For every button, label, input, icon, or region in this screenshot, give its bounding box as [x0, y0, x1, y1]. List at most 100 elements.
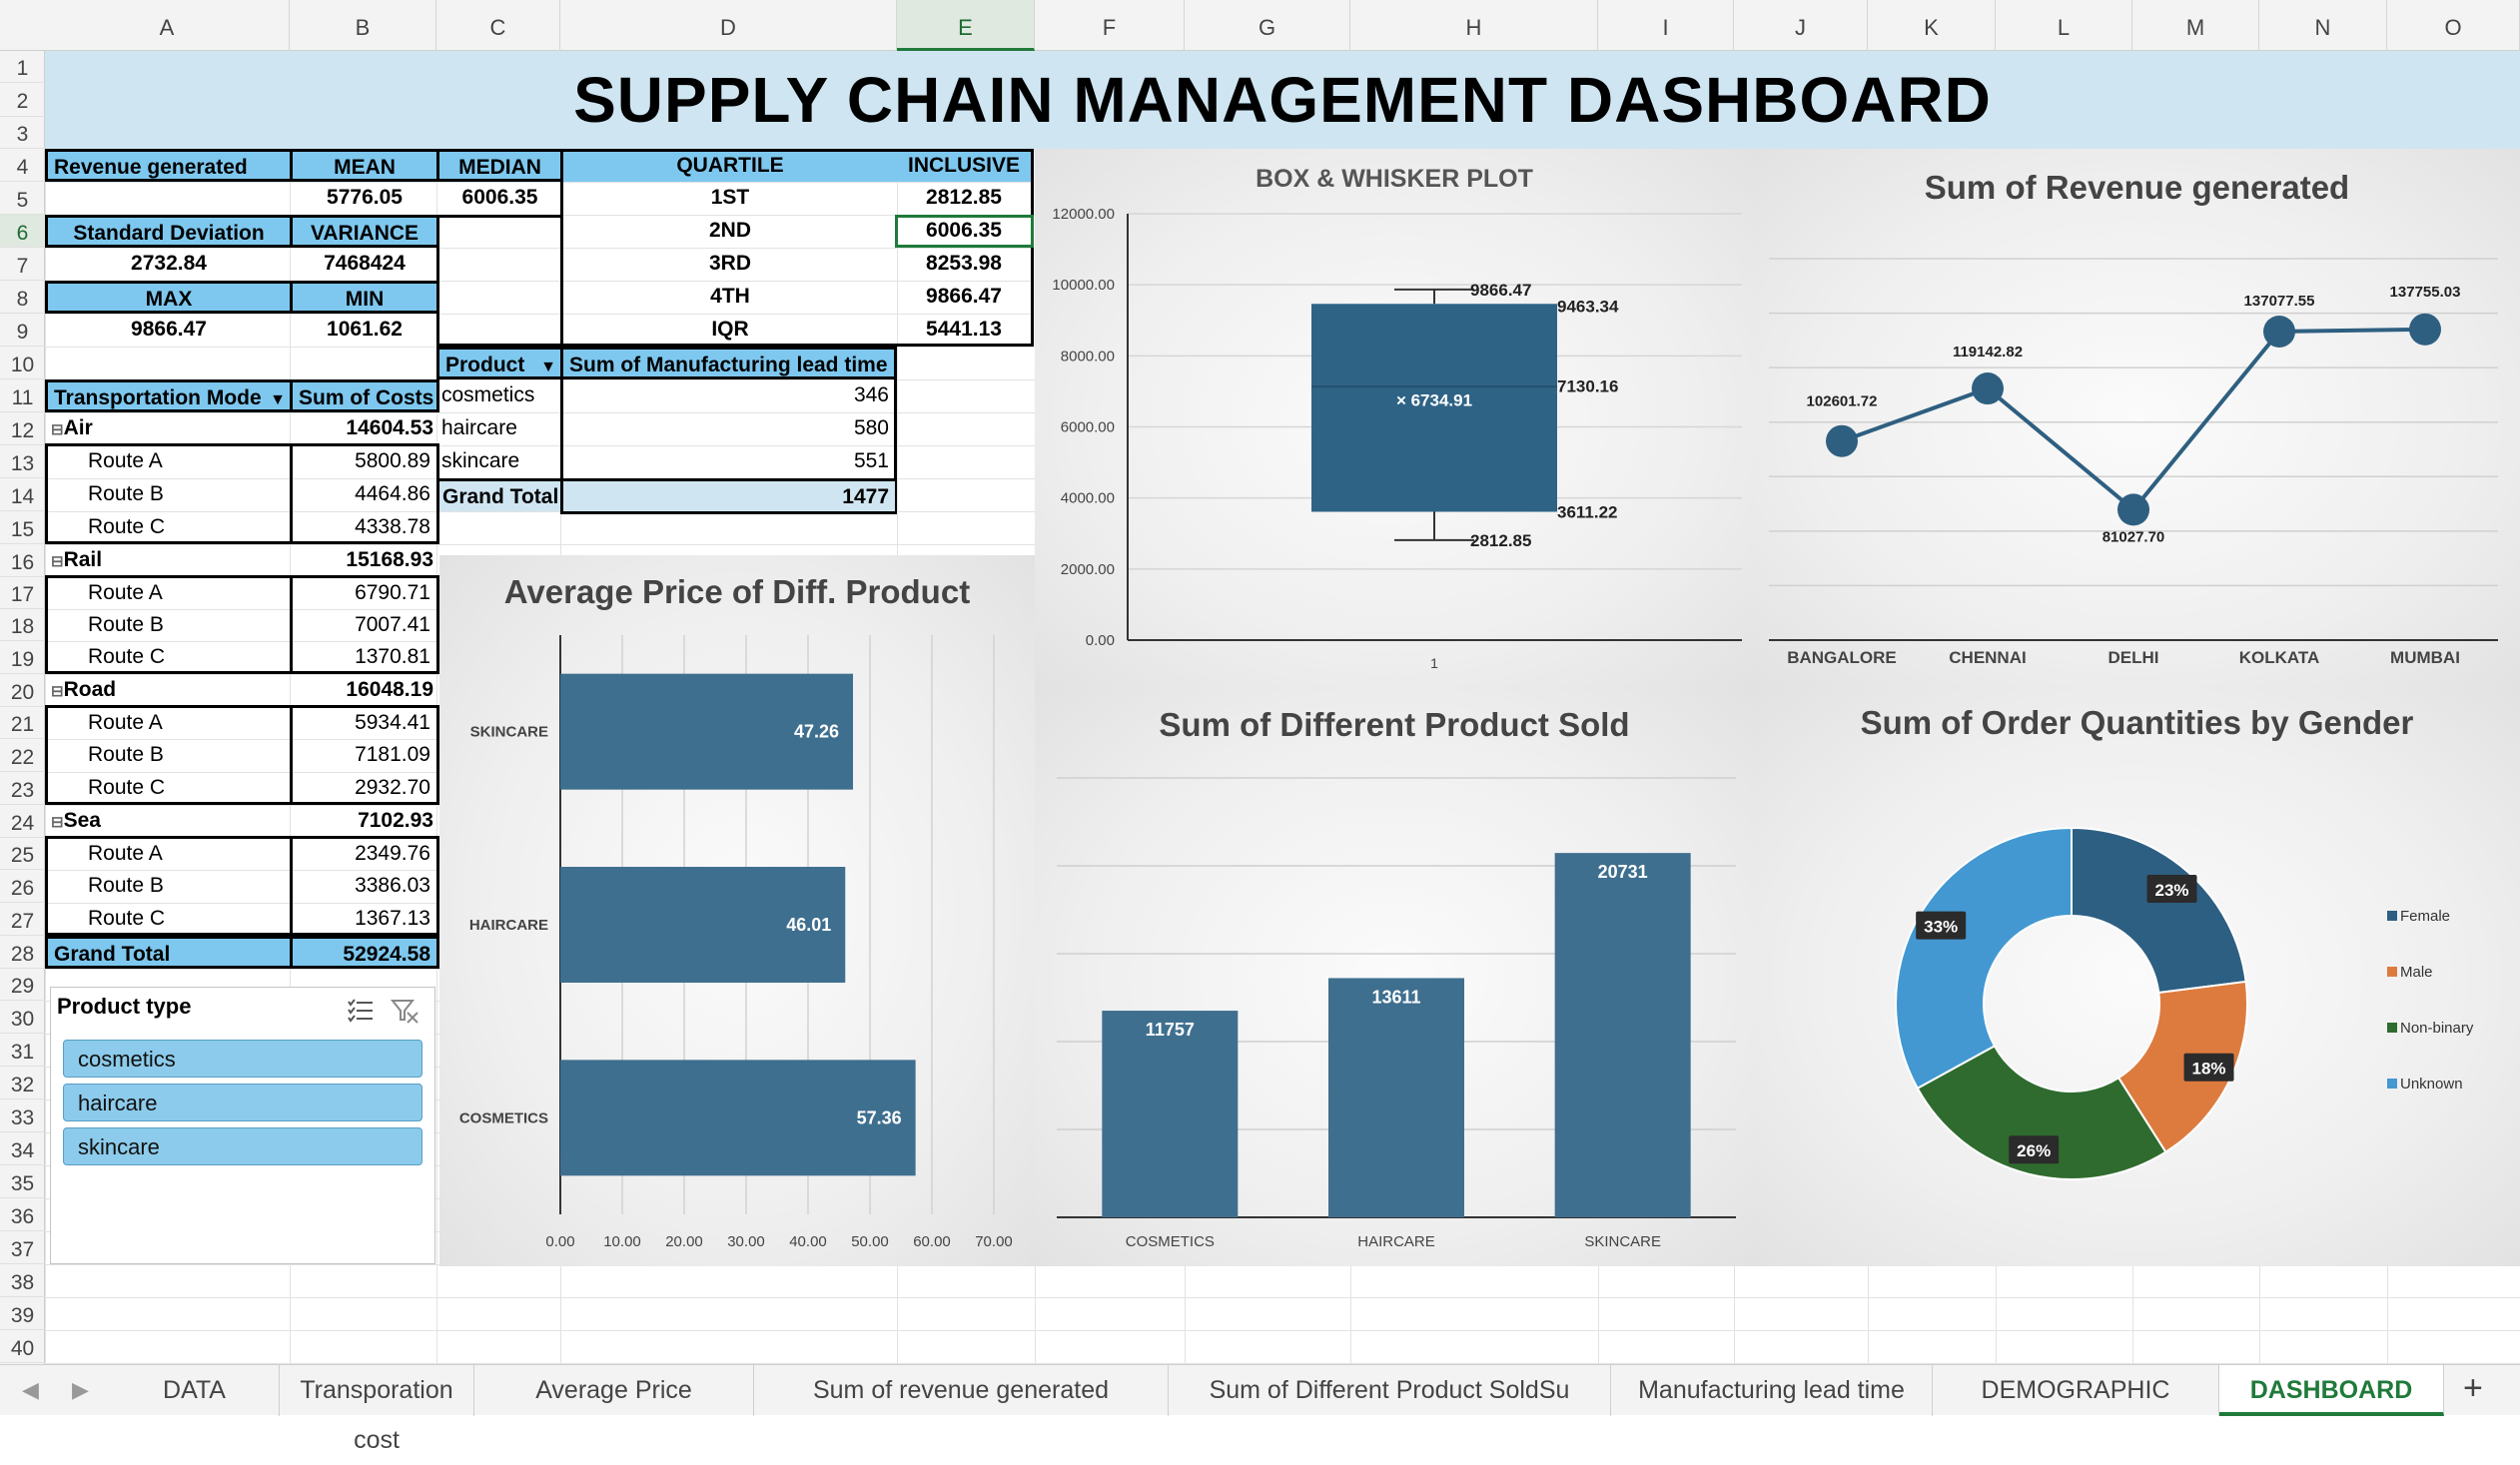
lead-time-product[interactable]: cosmetics: [441, 379, 560, 412]
row-header-38[interactable]: 38: [0, 1264, 45, 1297]
lead-time-value[interactable]: 346: [563, 379, 895, 412]
lead-time-product[interactable]: skincare: [441, 445, 560, 478]
slicer-item-cosmetics[interactable]: cosmetics: [63, 1040, 422, 1078]
column-header-j[interactable]: J: [1734, 0, 1868, 51]
lead-time-value[interactable]: 580: [563, 412, 895, 445]
filter-dropdown-icon[interactable]: ▼: [540, 352, 556, 376]
route-label[interactable]: Route B: [88, 609, 288, 642]
sheet-tab-sum-of-revenue-generated[interactable]: Sum of revenue generated: [754, 1365, 1169, 1416]
sheet-tab-sum-of-different-product-soldsu[interactable]: Sum of Different Product SoldSu: [1169, 1365, 1611, 1416]
lead-time-total[interactable]: 1477: [563, 478, 895, 511]
route-label[interactable]: Route C: [88, 641, 288, 674]
quartile-label[interactable]: QUARTILE: [563, 152, 897, 182]
row-header-20[interactable]: 20: [0, 674, 45, 707]
slicer-item-skincare[interactable]: skincare: [63, 1127, 422, 1165]
revenue-line-chart[interactable]: Sum of Revenue generated 102601.72 BANGAL…: [1754, 149, 2520, 688]
median-value[interactable]: 6006.35: [436, 182, 563, 215]
row-header-33[interactable]: 33: [0, 1099, 45, 1132]
route-label[interactable]: Route C: [88, 903, 288, 936]
row-header-39[interactable]: 39: [0, 1297, 45, 1330]
std-dev-value[interactable]: 2732.84: [45, 248, 293, 281]
route-cost[interactable]: 1367.13: [290, 903, 436, 936]
route-cost[interactable]: 5800.89: [290, 445, 436, 478]
lead-time-total-label[interactable]: Grand Total: [439, 478, 560, 511]
route-cost[interactable]: 4464.86: [290, 478, 436, 511]
column-header-d[interactable]: D: [560, 0, 897, 51]
row-header-7[interactable]: 7: [0, 248, 45, 281]
route-cost[interactable]: 6790.71: [290, 577, 436, 610]
row-header-9[interactable]: 9: [0, 314, 45, 347]
row-header-36[interactable]: 36: [0, 1198, 45, 1231]
row-header-34[interactable]: 34: [0, 1132, 45, 1165]
column-header-l[interactable]: L: [1996, 0, 2132, 51]
revenue-generated-label[interactable]: Revenue generated: [45, 149, 293, 182]
column-header-e[interactable]: E: [897, 0, 1035, 51]
quartile-name[interactable]: 3RD: [563, 248, 897, 281]
route-cost[interactable]: 2349.76: [290, 838, 436, 871]
route-label[interactable]: Route B: [88, 739, 288, 772]
sheet-tab-average-price[interactable]: Average Price: [474, 1365, 754, 1416]
column-header-i[interactable]: I: [1598, 0, 1734, 51]
row-header-17[interactable]: 17: [0, 577, 45, 609]
multi-select-icon[interactable]: [347, 998, 377, 1024]
route-cost[interactable]: 2932.70: [290, 772, 436, 805]
quartile-name[interactable]: 2ND: [563, 215, 897, 248]
product-type-slicer[interactable]: Product type cosmetics haircare skincare: [50, 987, 435, 1264]
row-header-28[interactable]: 28: [0, 936, 45, 969]
route-label[interactable]: Route B: [88, 870, 288, 903]
row-header-3[interactable]: 3: [0, 117, 45, 149]
row-header-2[interactable]: 2: [0, 83, 45, 117]
row-header-24[interactable]: 24: [0, 805, 45, 838]
row-header-8[interactable]: 8: [0, 281, 45, 314]
sheet-tab-transporation-cost[interactable]: Transporation cost: [280, 1365, 474, 1454]
max-label[interactable]: MAX: [45, 281, 293, 314]
row-header-13[interactable]: 13: [0, 445, 45, 478]
column-header-a[interactable]: A: [45, 0, 290, 51]
slicer-item-haircare[interactable]: haircare: [63, 1084, 422, 1121]
row-header-37[interactable]: 37: [0, 1231, 45, 1264]
route-cost[interactable]: 4338.78: [290, 511, 436, 544]
product-filter-header[interactable]: Product ▼: [436, 347, 563, 379]
row-header-29[interactable]: 29: [0, 969, 45, 1001]
row-header-4[interactable]: 4: [0, 149, 45, 182]
row-header-25[interactable]: 25: [0, 838, 45, 870]
variance-value[interactable]: 7468424: [290, 248, 439, 281]
row-header-1[interactable]: 1: [0, 51, 45, 83]
prev-sheet-arrow-icon[interactable]: ◀: [22, 1377, 39, 1403]
column-header-h[interactable]: H: [1350, 0, 1598, 51]
quartile-name[interactable]: 4TH: [563, 281, 897, 314]
row-header-27[interactable]: 27: [0, 903, 45, 936]
column-header-g[interactable]: G: [1185, 0, 1350, 51]
sheet-tab-manufacturing-lead-time[interactable]: Manufacturing lead time: [1611, 1365, 1933, 1416]
row-header-30[interactable]: 30: [0, 1001, 45, 1034]
box-whisker-chart[interactable]: BOX & WHISKER PLOT 0.00 2000.00 4000.00 600…: [1035, 149, 1754, 688]
transport-mode-header[interactable]: Transportation Mode ▼: [45, 379, 293, 412]
route-cost[interactable]: 1370.81: [290, 641, 436, 674]
transport-total[interactable]: 52924.58: [290, 936, 439, 969]
inclusive-label[interactable]: INCLUSIVE: [897, 152, 1031, 182]
mean-label[interactable]: MEAN: [290, 149, 439, 182]
quartile-value[interactable]: 8253.98: [897, 248, 1031, 281]
route-label[interactable]: Route A: [88, 577, 288, 610]
row-header-22[interactable]: 22: [0, 739, 45, 772]
row-header-11[interactable]: 11: [0, 379, 45, 412]
column-header-b[interactable]: B: [290, 0, 436, 51]
route-label[interactable]: Route C: [88, 772, 288, 805]
variance-label[interactable]: VARIANCE: [290, 215, 439, 248]
route-cost[interactable]: 7007.41: [290, 609, 436, 642]
row-header-31[interactable]: 31: [0, 1034, 45, 1067]
row-header-21[interactable]: 21: [0, 707, 45, 739]
route-label[interactable]: Route A: [88, 838, 288, 871]
max-value[interactable]: 9866.47: [45, 314, 293, 347]
route-cost[interactable]: 7181.09: [290, 739, 436, 772]
row-header-14[interactable]: 14: [0, 478, 45, 511]
route-label[interactable]: Route A: [88, 445, 288, 478]
quartile-value[interactable]: 2812.85: [897, 182, 1031, 215]
sum-costs-header[interactable]: Sum of Costs: [290, 379, 439, 412]
column-header-m[interactable]: M: [2132, 0, 2259, 51]
row-header-40[interactable]: 40: [0, 1330, 45, 1363]
quartile-value[interactable]: 5441.13: [897, 314, 1031, 347]
quartile-name[interactable]: 1ST: [563, 182, 897, 215]
mean-value[interactable]: 5776.05: [290, 182, 439, 215]
min-value[interactable]: 1061.62: [290, 314, 439, 347]
